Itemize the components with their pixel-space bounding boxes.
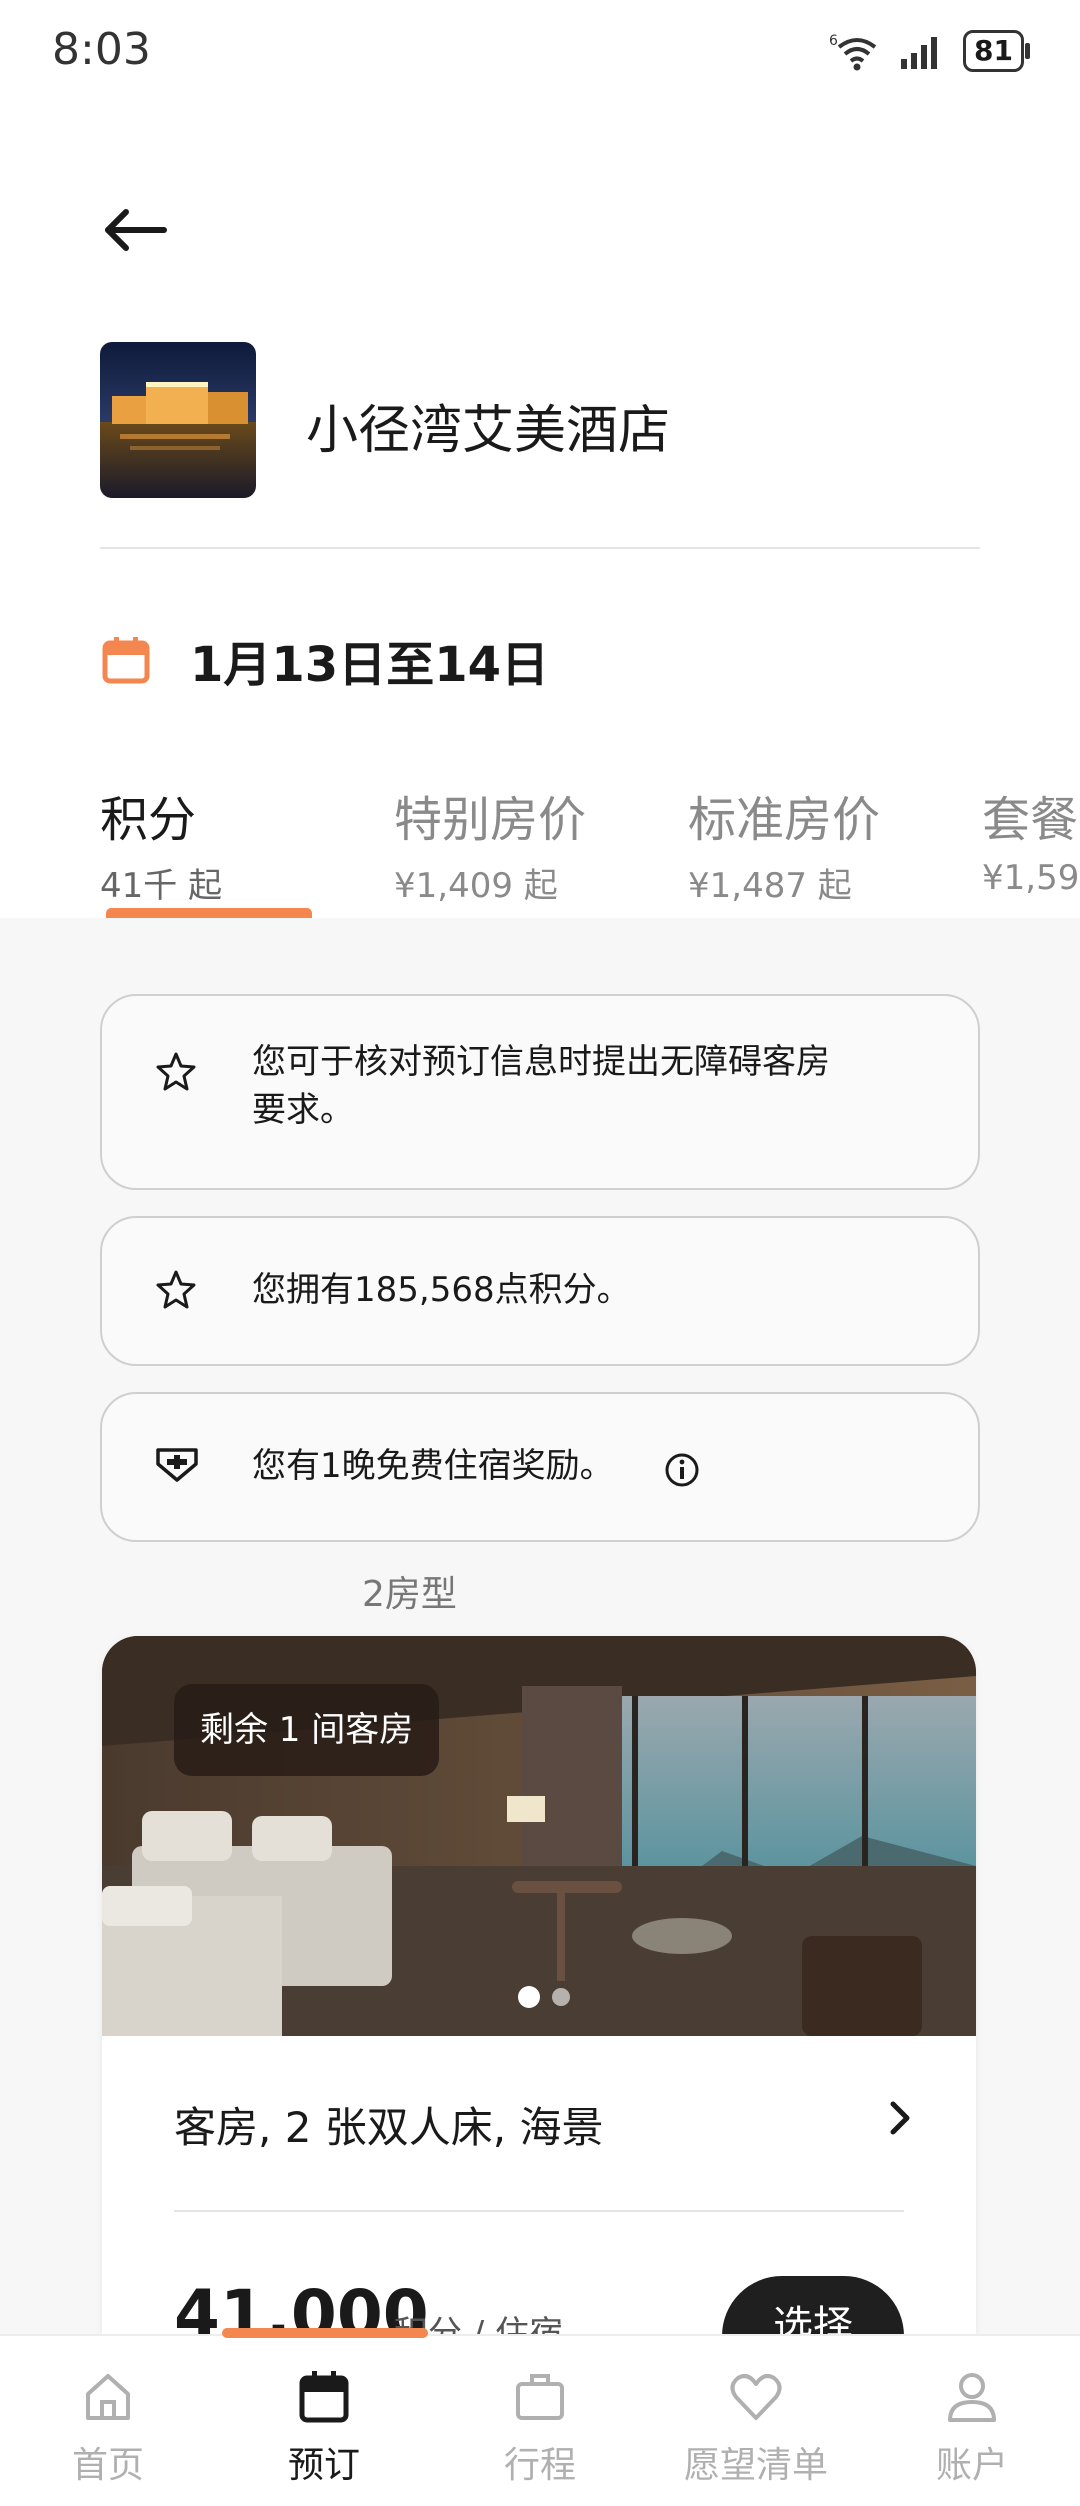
home-icon bbox=[86, 2374, 130, 2420]
tab-standard-rate[interactable]: 标准房价 ¥1,487 起 bbox=[688, 780, 880, 907]
hotel-name: 小径湾艾美酒店 bbox=[306, 401, 671, 461]
divider bbox=[100, 547, 980, 549]
nav-wishlist[interactable]: 愿望清单 bbox=[648, 2336, 864, 2506]
nav-label: 账户 bbox=[935, 2445, 1008, 2486]
chevron-right-icon[interactable] bbox=[880, 2098, 920, 2138]
active-tab-indicator bbox=[106, 908, 312, 918]
hotel-thumbnail bbox=[100, 342, 256, 498]
nav-active-indicator bbox=[222, 2328, 428, 2338]
briefcase-icon bbox=[516, 2374, 564, 2420]
divider bbox=[174, 2210, 904, 2212]
nav-booking[interactable]: 预订 bbox=[216, 2336, 432, 2506]
signal-icon bbox=[901, 37, 938, 69]
notice-text: 您拥有185,568点积分。 bbox=[252, 1270, 631, 1310]
room-price-points: 41,000 bbox=[174, 2276, 429, 2336]
tab-package[interactable]: 套餐 ¥1,59 bbox=[982, 780, 1079, 898]
date-range: 1月13日至14日 bbox=[190, 637, 549, 693]
arrow-left-icon bbox=[105, 209, 167, 251]
tab-price: 41千 起 bbox=[100, 866, 223, 906]
notice-text-line2: 要求。 bbox=[252, 1090, 354, 1130]
tab-special-rate[interactable]: 特别房价 ¥1,409 起 bbox=[394, 780, 586, 907]
back-button[interactable] bbox=[98, 192, 174, 268]
svg-text:6: 6 bbox=[829, 33, 838, 49]
nav-label: 预订 bbox=[287, 2445, 360, 2486]
notice-text-line1: 您可于核对预订信息时提出无障碍客房 bbox=[252, 1042, 830, 1082]
notice-text: 您有1晚免费住宿奖励。 bbox=[252, 1446, 614, 1486]
tab-price: ¥1,409 起 bbox=[394, 866, 558, 906]
battery-indicator: 81 bbox=[963, 30, 1030, 72]
bottom-navigation: 首页 预订 行程 愿望清单 账户 bbox=[0, 2334, 1080, 2506]
pagination-dot-active bbox=[518, 1986, 540, 2008]
status-icons: 6 81 bbox=[829, 30, 1030, 72]
nav-home[interactable]: 首页 bbox=[0, 2336, 216, 2506]
star-icon bbox=[156, 1270, 196, 1309]
room-type-count: 2房型 bbox=[362, 1574, 457, 1615]
tab-label: 特别房价 bbox=[394, 792, 587, 848]
pagination-dot bbox=[552, 1988, 570, 2006]
status-bar: 8:03 6 81 bbox=[0, 0, 1080, 100]
points-balance-notice: 您拥有185,568点积分。 bbox=[100, 1216, 980, 1366]
photo-pagination bbox=[518, 1986, 570, 2008]
nav-label: 行程 bbox=[503, 2445, 576, 2486]
heart-icon bbox=[730, 2374, 782, 2420]
nav-trips[interactable]: 行程 bbox=[432, 2336, 648, 2506]
tab-label: 套餐 bbox=[982, 792, 1079, 848]
reward-badge-icon bbox=[156, 1448, 198, 1482]
availability-badge: 剩余 1 间客房 bbox=[174, 1684, 440, 1776]
wifi-icon: 6 bbox=[829, 33, 877, 71]
tab-label: 标准房价 bbox=[688, 792, 881, 848]
calendar-icon bbox=[299, 2371, 349, 2423]
nav-label: 愿望清单 bbox=[683, 2445, 828, 2486]
calendar-icon bbox=[102, 637, 150, 684]
user-icon bbox=[948, 2373, 996, 2422]
rate-tabs: 积分 41千 起 特别房价 ¥1,409 起 标准房价 ¥1,487 起 套餐 … bbox=[0, 780, 1080, 920]
select-room-button[interactable]: 选择 bbox=[722, 2276, 904, 2336]
star-icon bbox=[156, 1052, 196, 1091]
tab-price: ¥1,487 起 bbox=[688, 866, 852, 906]
free-night-notice: 您有1晚免费住宿奖励。 bbox=[100, 1392, 980, 1542]
nav-label: 首页 bbox=[71, 2445, 144, 2486]
nav-account[interactable]: 账户 bbox=[864, 2336, 1080, 2506]
room-photo[interactable]: 剩余 1 间客房 bbox=[102, 1636, 976, 2036]
accessibility-notice: 您可于核对预订信息时提出无障碍客房 要求。 bbox=[100, 994, 980, 1190]
room-title[interactable]: 客房, 2 张双人床, 海景 bbox=[174, 2094, 603, 2155]
tab-label: 积分 bbox=[100, 792, 197, 848]
date-selector[interactable]: 1月13日至14日 bbox=[100, 625, 549, 695]
tab-price: ¥1,59 bbox=[982, 858, 1080, 898]
info-icon[interactable] bbox=[664, 1452, 700, 1488]
room-card[interactable]: 剩余 1 间客房 客房, 2 张双人床, 海景 41,000 积分 / 住宿 选… bbox=[102, 1636, 976, 2336]
tab-points[interactable]: 积分 41千 起 bbox=[100, 780, 222, 907]
status-time: 8:03 bbox=[52, 24, 151, 75]
